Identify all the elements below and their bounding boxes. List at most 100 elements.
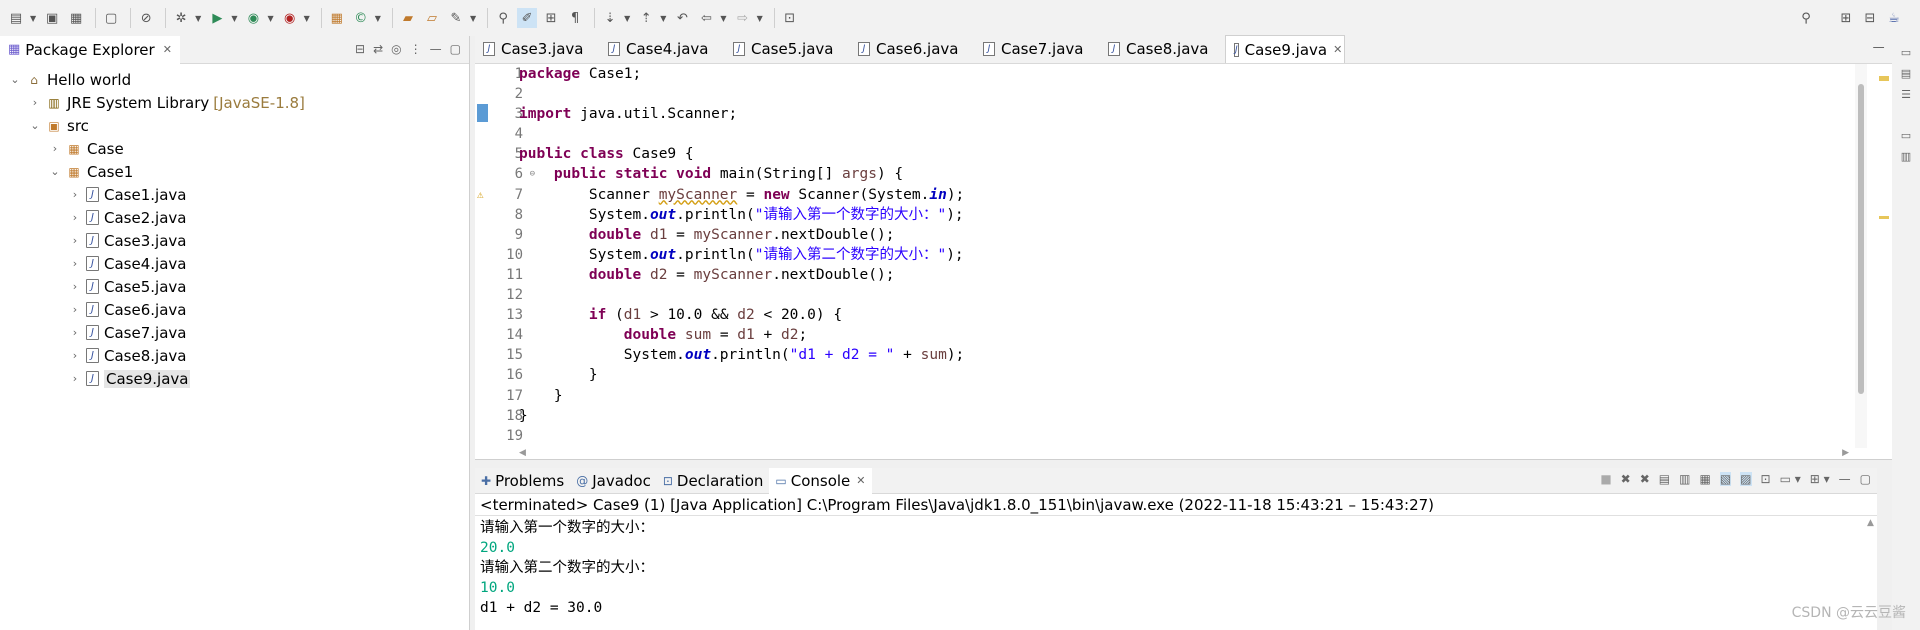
tree-item[interactable]: › J Case3.java	[0, 229, 469, 252]
java-perspective-icon[interactable]: ☕	[1884, 8, 1904, 28]
horizontal-scrollbar[interactable]: ◀ ▶	[519, 448, 1849, 460]
minimize-icon[interactable]: —	[1839, 472, 1851, 486]
chevron-down-icon[interactable]: ⌄	[48, 165, 62, 178]
debug-icon[interactable]: ✲	[171, 8, 191, 28]
tree-item[interactable]: › J Case4.java	[0, 252, 469, 275]
restore-icon[interactable]: ▭	[1901, 129, 1911, 142]
tab-problems[interactable]: ✚ Problems	[475, 468, 570, 494]
new-java-class-icon[interactable]: ©	[351, 8, 371, 28]
tree-item[interactable]: › J Case1.java	[0, 183, 469, 206]
chevron-right-icon[interactable]: ›	[68, 372, 82, 385]
tree-item[interactable]: › J Case5.java	[0, 275, 469, 298]
tree-item[interactable]: › ▥ JRE System Library [JavaSE-1.8]	[0, 91, 469, 114]
minimize-icon[interactable]: —	[430, 42, 442, 56]
maximize-icon[interactable]: ▢	[450, 42, 461, 56]
code-area[interactable]: ⚠ 1 2 3 4 5 6 ⊖ 7 8 9 10 11 12 13 14 15 16 17 18 19 package…	[475, 64, 1855, 444]
terminate-icon[interactable]: ■	[1600, 472, 1611, 486]
console-output[interactable]: 请输入第一个数字的大小： 20.0 请输入第二个数字的大小： 10.0 d1 + d2 …	[475, 516, 1877, 618]
editor-tab[interactable]: J Case8.java	[1100, 35, 1225, 63]
view-menu-icon[interactable]: ⋮	[410, 42, 422, 56]
new-java-package-icon[interactable]: ▦	[327, 8, 347, 28]
tab-javadoc[interactable]: @ Javadoc	[570, 468, 657, 494]
chevron-right-icon[interactable]: ›	[68, 303, 82, 316]
outline-icon[interactable]: ▤	[1901, 67, 1911, 80]
tree-item[interactable]: › J Case8.java	[0, 344, 469, 367]
tree-item[interactable]: › J Case7.java	[0, 321, 469, 344]
java-ee-perspective-icon[interactable]: ⊟	[1860, 8, 1880, 28]
external-tools-icon[interactable]: ◉	[280, 8, 300, 28]
run-icon[interactable]: ▶	[207, 8, 227, 28]
open-folder-icon[interactable]: ▱	[422, 8, 442, 28]
tree-item[interactable]: › J Case6.java	[0, 298, 469, 321]
link-with-editor-icon[interactable]: ⇄	[373, 42, 383, 56]
forward-icon[interactable]: ⇨	[733, 8, 753, 28]
chevron-right-icon[interactable]: ›	[68, 211, 82, 224]
editor-tab[interactable]: J Case5.java	[725, 35, 850, 63]
toggle-breakpoint-icon[interactable]: ⊘	[136, 8, 156, 28]
chevron-right-icon[interactable]: ›	[68, 257, 82, 270]
chevron-right-icon[interactable]: ›	[28, 96, 42, 109]
save-all-icon[interactable]: ▦	[66, 8, 86, 28]
search-tool-icon[interactable]: ✎	[446, 8, 466, 28]
pin-editor-icon[interactable]: ⊡	[780, 8, 800, 28]
chevron-right-icon[interactable]: ›	[68, 188, 82, 201]
restore-icon[interactable]: ▭	[1901, 46, 1911, 59]
clear-console-icon[interactable]: ▤	[1659, 472, 1670, 486]
chevron-right-icon[interactable]: ›	[68, 234, 82, 247]
editor-tab[interactable]: J Case3.java	[475, 35, 600, 63]
scroll-right-icon[interactable]: ▶	[1842, 448, 1849, 458]
show-whitespace-icon[interactable]: ¶	[565, 8, 585, 28]
chevron-right-icon[interactable]: ›	[68, 280, 82, 293]
editor-tab[interactable]: J Case6.java	[850, 35, 975, 63]
scrollbar-thumb[interactable]	[1858, 84, 1864, 394]
highlight-icon[interactable]: ✐	[517, 8, 538, 28]
chevron-right-icon[interactable]: ›	[48, 142, 62, 155]
tree-item[interactable]: ⌄ ▣ src	[0, 114, 469, 137]
minimize-icon[interactable]: —	[1873, 40, 1885, 54]
new-icon[interactable]: ▤	[6, 8, 26, 28]
warning-marker[interactable]	[1879, 76, 1889, 81]
properties-icon[interactable]: ▥	[1901, 150, 1911, 163]
pin-console-icon[interactable]: ⊡	[1761, 472, 1771, 486]
save-icon[interactable]: ▣	[42, 8, 62, 28]
back-icon[interactable]: ⇦	[696, 8, 716, 28]
prev-annotation-icon[interactable]: ⇡	[636, 8, 656, 28]
close-icon[interactable]: ✕	[856, 474, 865, 487]
open-console-icon[interactable]: ⊞ ▾	[1810, 472, 1830, 486]
tree-item[interactable]: › ▦ Case	[0, 137, 469, 160]
scroll-up-icon[interactable]: ▲	[1867, 518, 1874, 528]
open-type-icon[interactable]: ▰	[398, 8, 418, 28]
display-console-icon[interactable]: ▭ ▾	[1780, 472, 1801, 486]
tree-item[interactable]: › J Case2.java	[0, 206, 469, 229]
editor-tab[interactable]: J Case9.java ✕	[1225, 35, 1345, 63]
close-icon[interactable]: ✕	[1333, 43, 1342, 56]
vertical-scrollbar[interactable]	[1855, 64, 1867, 448]
scroll-left-icon[interactable]: ◀	[519, 448, 526, 458]
tree-item[interactable]: ⌄ ▦ Case1	[0, 160, 469, 183]
print-icon[interactable]: ▢	[101, 8, 121, 28]
tab-package-explorer[interactable]: ▦ Package Explorer ✕	[0, 35, 180, 64]
open-perspective-icon[interactable]: ⊞	[1836, 8, 1856, 28]
chevron-right-icon[interactable]: ›	[68, 349, 82, 362]
toggle-mark-occurrences-icon[interactable]: ⚲	[493, 8, 513, 28]
scroll-lock-icon[interactable]: ▥	[1679, 472, 1690, 486]
warning-marker[interactable]	[1879, 216, 1889, 219]
block-selection-icon[interactable]: ⊞	[541, 8, 561, 28]
chevron-right-icon[interactable]: ›	[68, 326, 82, 339]
task-list-icon[interactable]: ☰	[1901, 88, 1911, 101]
word-wrap-icon[interactable]: ▦	[1699, 472, 1710, 486]
warning-icon[interactable]: ⚠	[477, 188, 484, 201]
tree-item[interactable]: › J Case9.java	[0, 367, 469, 390]
source-code[interactable]: package Case1; import java.util.Scanner;…	[519, 64, 964, 446]
next-annotation-icon[interactable]: ⇣	[600, 8, 620, 28]
focus-icon[interactable]: ◎	[391, 42, 401, 56]
maximize-icon[interactable]: ▢	[1860, 472, 1871, 486]
new-dropdown-icon[interactable]: ▼	[30, 14, 36, 23]
chevron-down-icon[interactable]: ⌄	[8, 73, 22, 86]
annotation-ruler[interactable]: ⚠	[475, 64, 493, 424]
search-icon[interactable]: ⚲	[1796, 8, 1816, 28]
coverage-icon[interactable]: ◉	[243, 8, 263, 28]
editor-tab[interactable]: J Case7.java	[975, 35, 1100, 63]
chevron-down-icon[interactable]: ⌄	[28, 119, 42, 132]
tree-item[interactable]: ⌄ ⌂ Hello world	[0, 68, 469, 91]
